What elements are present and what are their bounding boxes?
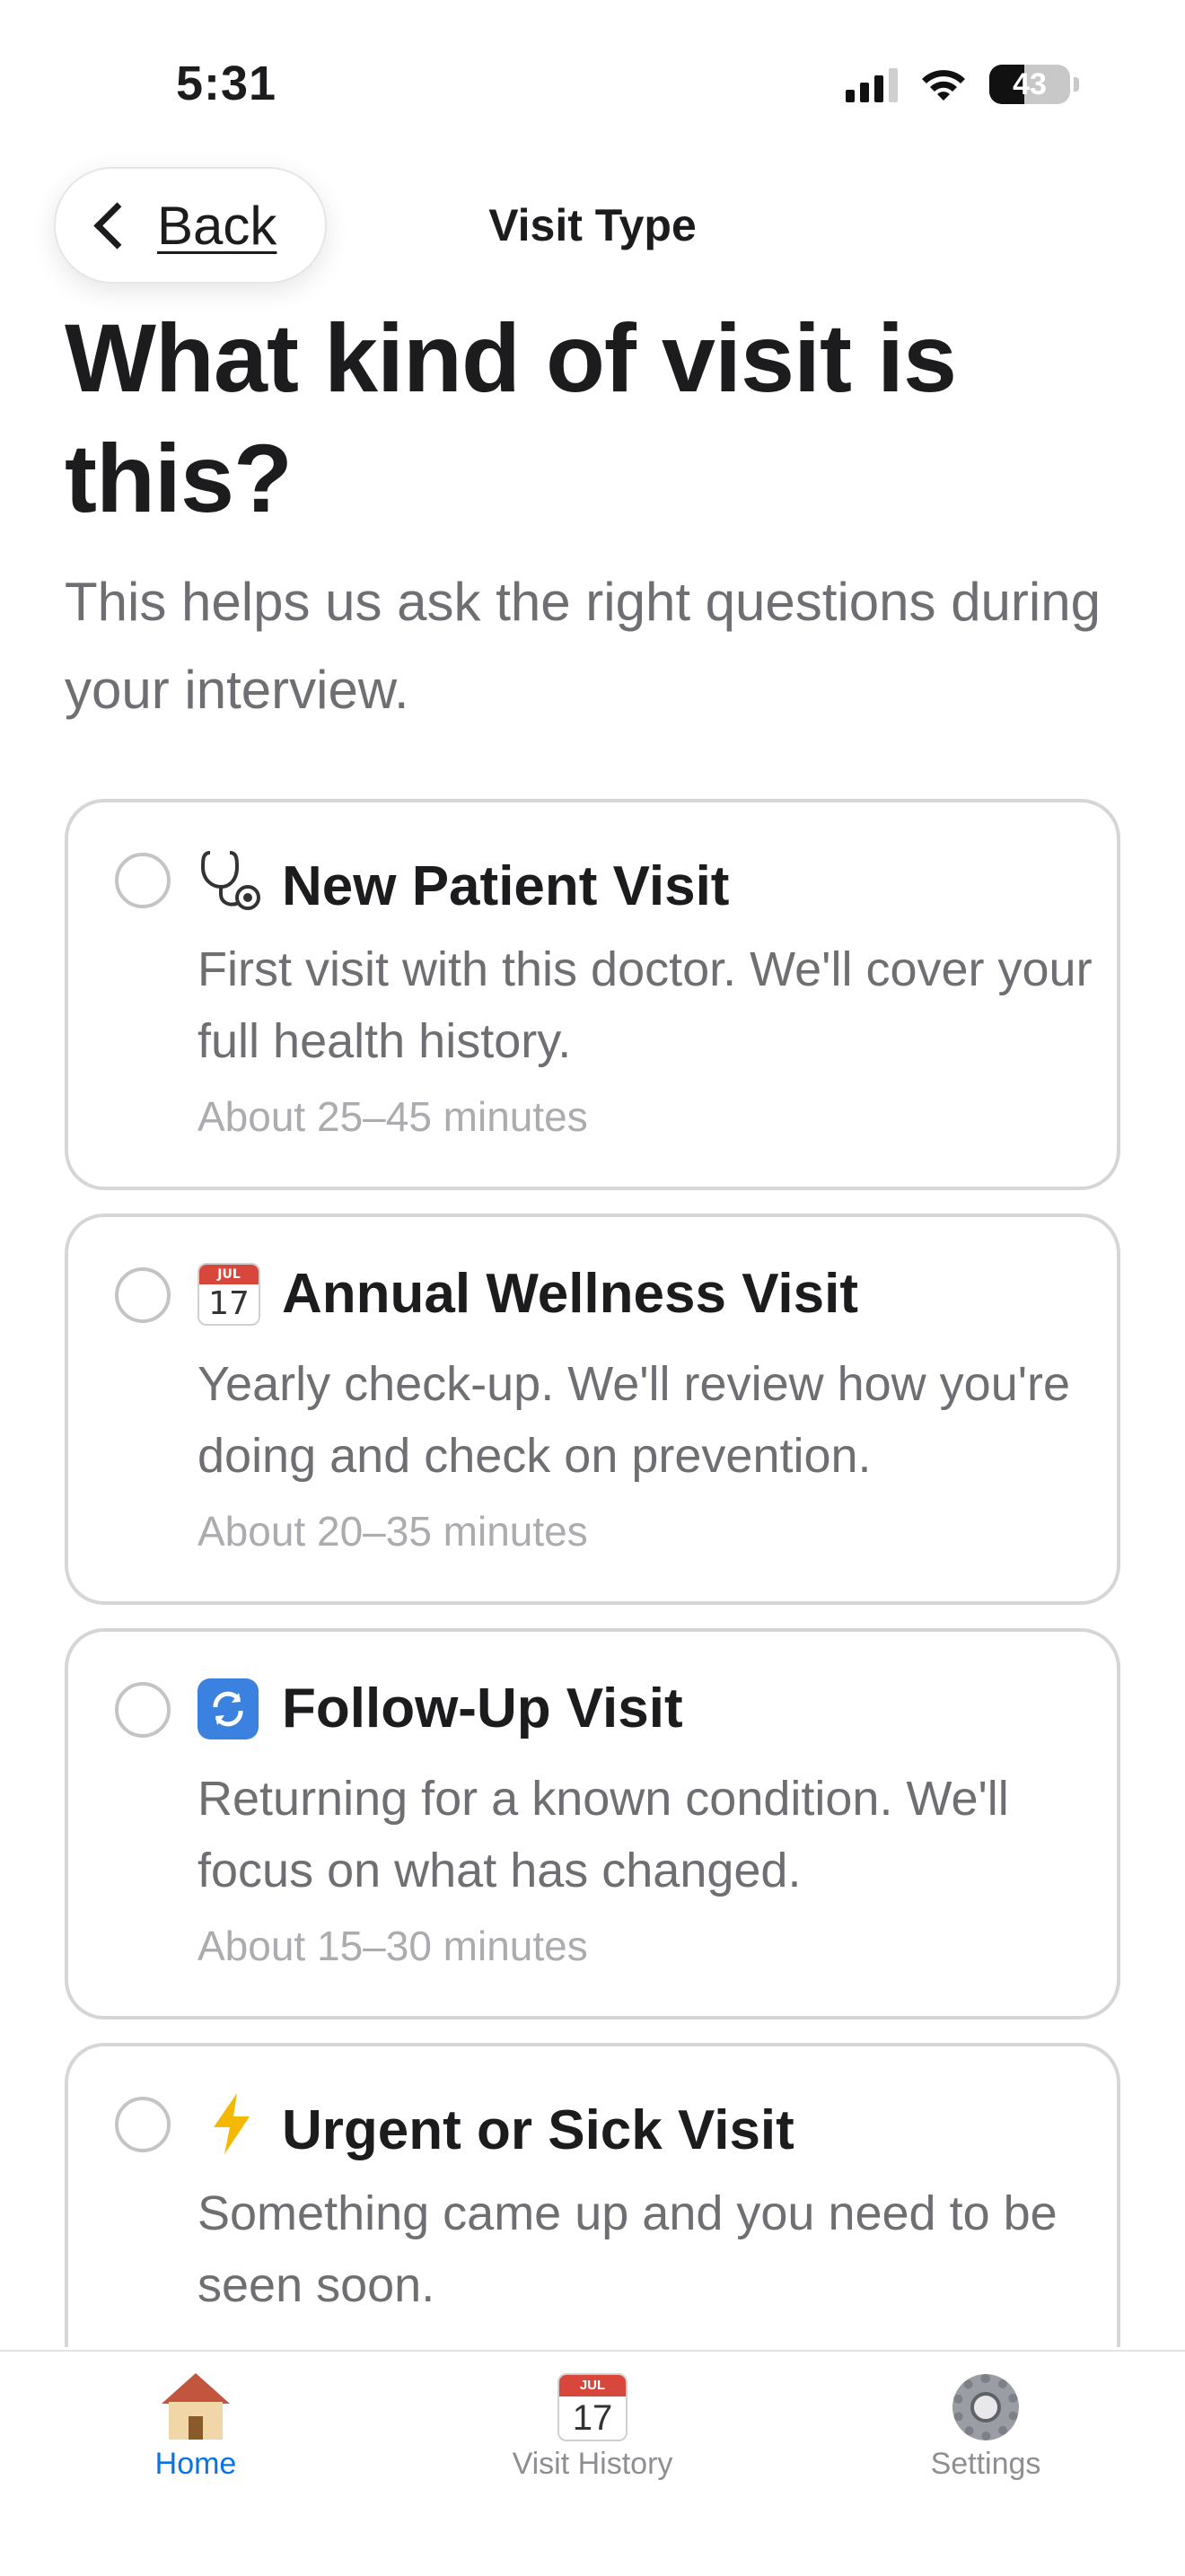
status-bar: 5:31 43	[0, 0, 1185, 171]
option-description: Returning for a known condition. We'll f…	[198, 1772, 1009, 1897]
tab-label: Visit History	[512, 2447, 673, 2481]
tab-visit-history[interactable]: JUL 17 Visit History	[458, 2371, 727, 2482]
cellular-signal-icon	[846, 66, 898, 102]
option-description: Something came up and you need to be see…	[198, 2186, 1058, 2312]
radio-button[interactable]	[115, 853, 171, 908]
calendar-icon: JUL 17	[198, 1263, 266, 1326]
wifi-icon	[922, 70, 965, 101]
tab-bar: Home JUL 17 Visit History Settings	[0, 2350, 1185, 2576]
tab-home[interactable]: Home	[61, 2371, 330, 2482]
battery-icon: 43	[989, 65, 1070, 104]
option-new-patient-visit[interactable]: New Patient Visit First visit with this …	[65, 799, 1120, 1190]
option-follow-up-visit[interactable]: Follow-Up Visit Returning for a known co…	[65, 1628, 1120, 2020]
option-title: Annual Wellness Visit	[282, 1263, 859, 1325]
page-title: What kind of visit is this?	[65, 303, 957, 532]
calendar-icon: JUL 17	[557, 2373, 628, 2441]
option-title: Follow-Up Visit	[282, 1678, 683, 1739]
house-icon	[162, 2373, 230, 2441]
option-title: Urgent or Sick Visit	[282, 2099, 794, 2161]
option-title: New Patient Visit	[282, 855, 730, 917]
option-duration: About 20–35 minutes	[198, 1508, 588, 1555]
option-urgent-or-sick-visit[interactable]: Urgent or Sick Visit Something came up a…	[65, 2043, 1120, 2347]
option-description: Yearly check-up. We'll review how you're…	[198, 1357, 1071, 1483]
radio-button[interactable]	[115, 1682, 171, 1738]
option-duration: About 15–30 minutes	[198, 1923, 588, 1969]
status-icons: 43	[846, 65, 1079, 104]
refresh-icon	[198, 1678, 266, 1739]
radio-button[interactable]	[115, 1267, 171, 1323]
tab-label: Settings	[930, 2447, 1041, 2481]
option-annual-wellness-visit[interactable]: JUL 17 Annual Wellness Visit Yearly chec…	[65, 1214, 1120, 1605]
nav-title: Visit Type	[488, 200, 697, 250]
tab-settings[interactable]: Settings	[851, 2371, 1120, 2482]
option-description: First visit with this doctor. We'll cove…	[198, 942, 1093, 1068]
status-time: 5:31	[176, 57, 277, 110]
stethoscope-icon	[198, 847, 266, 926]
option-duration: About 25–45 minutes	[198, 1093, 588, 1140]
visit-type-options: New Patient Visit First visit with this …	[65, 799, 1120, 2347]
tab-label: Home	[154, 2447, 237, 2481]
page-subtitle: This helps us ask the right questions du…	[65, 572, 1101, 720]
gear-icon	[952, 2374, 1019, 2440]
radio-button[interactable]	[115, 2097, 171, 2152]
battery-level: 43	[1013, 66, 1047, 101]
lightning-icon	[198, 2091, 266, 2170]
